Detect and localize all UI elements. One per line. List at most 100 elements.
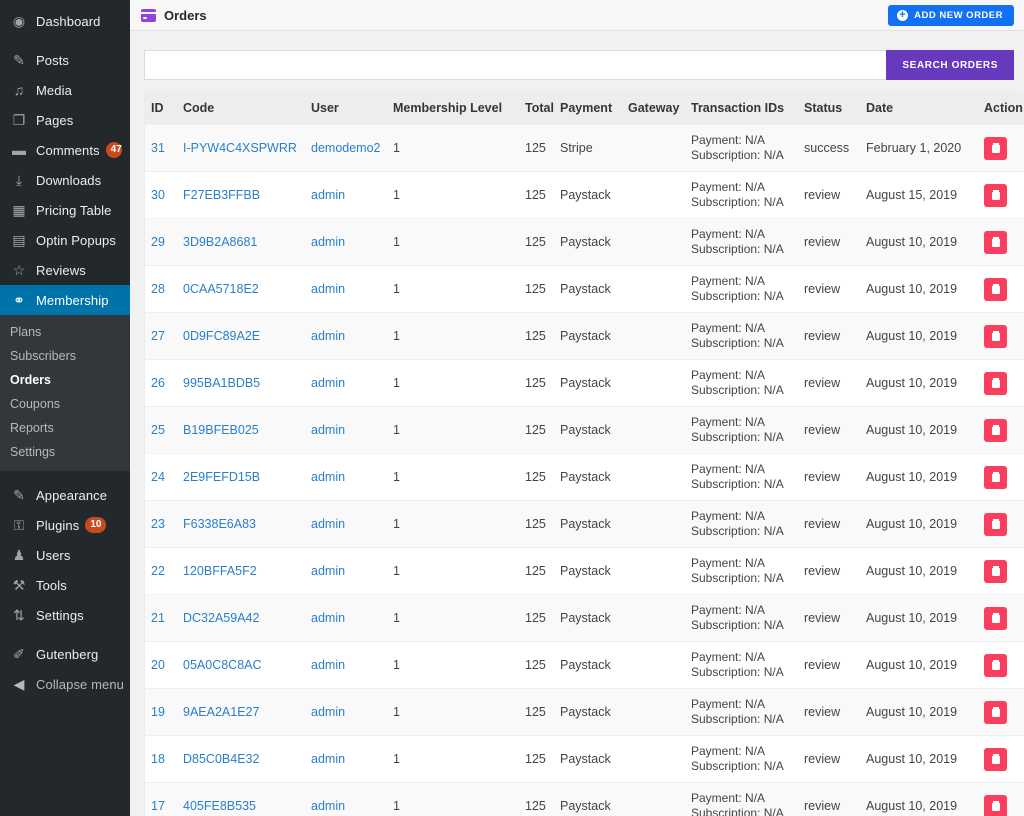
sidebar-item-plugins[interactable]: ⚿Plugins10 bbox=[0, 510, 130, 540]
order-id-link[interactable]: 22 bbox=[151, 564, 165, 578]
download-icon: ⤓ bbox=[9, 173, 29, 187]
sidebar-item-gutenberg[interactable]: ✐Gutenberg bbox=[0, 639, 130, 669]
delete-order-button[interactable] bbox=[984, 795, 1007, 816]
order-user-link[interactable]: admin bbox=[311, 423, 345, 437]
order-user-link[interactable]: admin bbox=[311, 752, 345, 766]
delete-order-button[interactable] bbox=[984, 654, 1007, 677]
sidebar-item-downloads[interactable]: ⤓Downloads bbox=[0, 165, 130, 195]
sidebar-item-optin-popups[interactable]: ▤Optin Popups bbox=[0, 225, 130, 255]
sidebar-item-membership[interactable]: ⚭Membership bbox=[0, 285, 130, 315]
order-code-link[interactable]: 995BA1BDB5 bbox=[183, 376, 260, 390]
search-orders-button[interactable]: SEARCH ORDERS bbox=[886, 50, 1014, 80]
order-user-link[interactable]: admin bbox=[311, 282, 345, 296]
delete-order-button[interactable] bbox=[984, 137, 1007, 160]
order-user-link[interactable]: admin bbox=[311, 329, 345, 343]
delete-order-button[interactable] bbox=[984, 231, 1007, 254]
order-user-link[interactable]: admin bbox=[311, 611, 345, 625]
sidebar-item-users[interactable]: ♟Users bbox=[0, 540, 130, 570]
submenu-item-plans[interactable]: Plans bbox=[0, 320, 130, 344]
order-id-link[interactable]: 21 bbox=[151, 611, 165, 625]
submenu-item-coupons[interactable]: Coupons bbox=[0, 392, 130, 416]
order-user-link[interactable]: demodemo2 bbox=[311, 141, 381, 155]
order-id-link[interactable]: 26 bbox=[151, 376, 165, 390]
order-id-link[interactable]: 29 bbox=[151, 235, 165, 249]
order-code-link[interactable]: 9AEA2A1E27 bbox=[183, 705, 259, 719]
sidebar-item-posts[interactable]: ✎Posts bbox=[0, 45, 130, 75]
search-input[interactable] bbox=[144, 50, 886, 80]
order-code-link[interactable]: 405FE8B535 bbox=[183, 799, 256, 813]
order-user-link[interactable]: admin bbox=[311, 705, 345, 719]
order-user-link[interactable]: admin bbox=[311, 517, 345, 531]
delete-order-button[interactable] bbox=[984, 513, 1007, 536]
order-id-link[interactable]: 23 bbox=[151, 517, 165, 531]
date-cell: August 10, 2019 bbox=[860, 360, 978, 407]
order-code-link[interactable]: 3D9B2A8681 bbox=[183, 235, 257, 249]
delete-order-button[interactable] bbox=[984, 607, 1007, 630]
sidebar-item-appearance[interactable]: ✎Appearance bbox=[0, 480, 130, 510]
status-cell: review bbox=[798, 783, 860, 816]
order-id-link[interactable]: 19 bbox=[151, 705, 165, 719]
order-code-link[interactable]: F27EB3FFBB bbox=[183, 188, 260, 202]
delete-order-button[interactable] bbox=[984, 278, 1007, 301]
table-row: 270D9FC89A2Eadmin1125PaystackPayment: N/… bbox=[145, 313, 1024, 360]
order-code-link[interactable]: 2E9FEFD15B bbox=[183, 470, 260, 484]
order-code-link[interactable]: 0D9FC89A2E bbox=[183, 329, 260, 343]
sidebar-item-reviews[interactable]: ☆Reviews bbox=[0, 255, 130, 285]
delete-order-button[interactable] bbox=[984, 372, 1007, 395]
order-user-link[interactable]: admin bbox=[311, 564, 345, 578]
order-code-link[interactable]: F6338E6A83 bbox=[183, 517, 256, 531]
add-new-order-button[interactable]: + ADD NEW ORDER bbox=[888, 5, 1014, 26]
submenu-item-reports[interactable]: Reports bbox=[0, 416, 130, 440]
order-code-cell: 05A0C8C8AC bbox=[177, 642, 305, 689]
order-user-link[interactable]: admin bbox=[311, 799, 345, 813]
delete-order-button[interactable] bbox=[984, 325, 1007, 348]
trash-icon bbox=[992, 519, 1000, 529]
order-id-link[interactable]: 20 bbox=[151, 658, 165, 672]
order-user-link[interactable]: admin bbox=[311, 188, 345, 202]
submenu-item-subscribers[interactable]: Subscribers bbox=[0, 344, 130, 368]
order-id-link[interactable]: 27 bbox=[151, 329, 165, 343]
order-user-cell: admin bbox=[305, 360, 387, 407]
sidebar-divider bbox=[0, 630, 130, 639]
order-code-link[interactable]: 120BFFA5F2 bbox=[183, 564, 257, 578]
order-user-link[interactable]: admin bbox=[311, 235, 345, 249]
order-code-link[interactable]: 0CAA5718E2 bbox=[183, 282, 259, 296]
sidebar-item-pages[interactable]: ❐Pages bbox=[0, 105, 130, 135]
delete-order-button[interactable] bbox=[984, 748, 1007, 771]
order-user-cell: admin bbox=[305, 219, 387, 266]
order-id-link[interactable]: 24 bbox=[151, 470, 165, 484]
delete-order-button[interactable] bbox=[984, 184, 1007, 207]
order-id-link[interactable]: 17 bbox=[151, 799, 165, 813]
order-user-link[interactable]: admin bbox=[311, 470, 345, 484]
sidebar-item-collapse-menu[interactable]: ◀Collapse menu bbox=[0, 669, 130, 699]
sidebar-item-pricing-table[interactable]: ▦Pricing Table bbox=[0, 195, 130, 225]
order-id-link[interactable]: 30 bbox=[151, 188, 165, 202]
order-code-link[interactable]: B19BFEB025 bbox=[183, 423, 259, 437]
sidebar-item-media[interactable]: ♫Media bbox=[0, 75, 130, 105]
sidebar-item-settings[interactable]: ⇅Settings bbox=[0, 600, 130, 630]
delete-order-button[interactable] bbox=[984, 560, 1007, 583]
order-code-link[interactable]: D85C0B4E32 bbox=[183, 752, 259, 766]
table-row: 23F6338E6A83admin1125PaystackPayment: N/… bbox=[145, 501, 1024, 548]
gateway-cell bbox=[622, 313, 685, 360]
submenu-item-settings[interactable]: Settings bbox=[0, 440, 130, 464]
order-user-link[interactable]: admin bbox=[311, 376, 345, 390]
order-id-link[interactable]: 28 bbox=[151, 282, 165, 296]
delete-order-button[interactable] bbox=[984, 466, 1007, 489]
gateway-cell bbox=[622, 501, 685, 548]
sidebar-item-tools[interactable]: ⚒Tools bbox=[0, 570, 130, 600]
order-code-link[interactable]: DC32A59A42 bbox=[183, 611, 259, 625]
order-user-link[interactable]: admin bbox=[311, 658, 345, 672]
order-code-link[interactable]: 05A0C8C8AC bbox=[183, 658, 262, 672]
sidebar-item-comments[interactable]: ▬Comments47 bbox=[0, 135, 130, 165]
pencil-icon: ✐ bbox=[9, 647, 29, 661]
order-id-link[interactable]: 31 bbox=[151, 141, 165, 155]
delete-order-button[interactable] bbox=[984, 701, 1007, 724]
delete-order-button[interactable] bbox=[984, 419, 1007, 442]
order-code-link[interactable]: I-PYW4C4XSPWRR bbox=[183, 141, 297, 155]
sidebar-item-dashboard[interactable]: ◉Dashboard bbox=[0, 6, 130, 36]
order-id-link[interactable]: 18 bbox=[151, 752, 165, 766]
payment-cell: Paystack bbox=[554, 595, 622, 642]
order-id-link[interactable]: 25 bbox=[151, 423, 165, 437]
submenu-item-orders[interactable]: Orders bbox=[0, 368, 130, 392]
